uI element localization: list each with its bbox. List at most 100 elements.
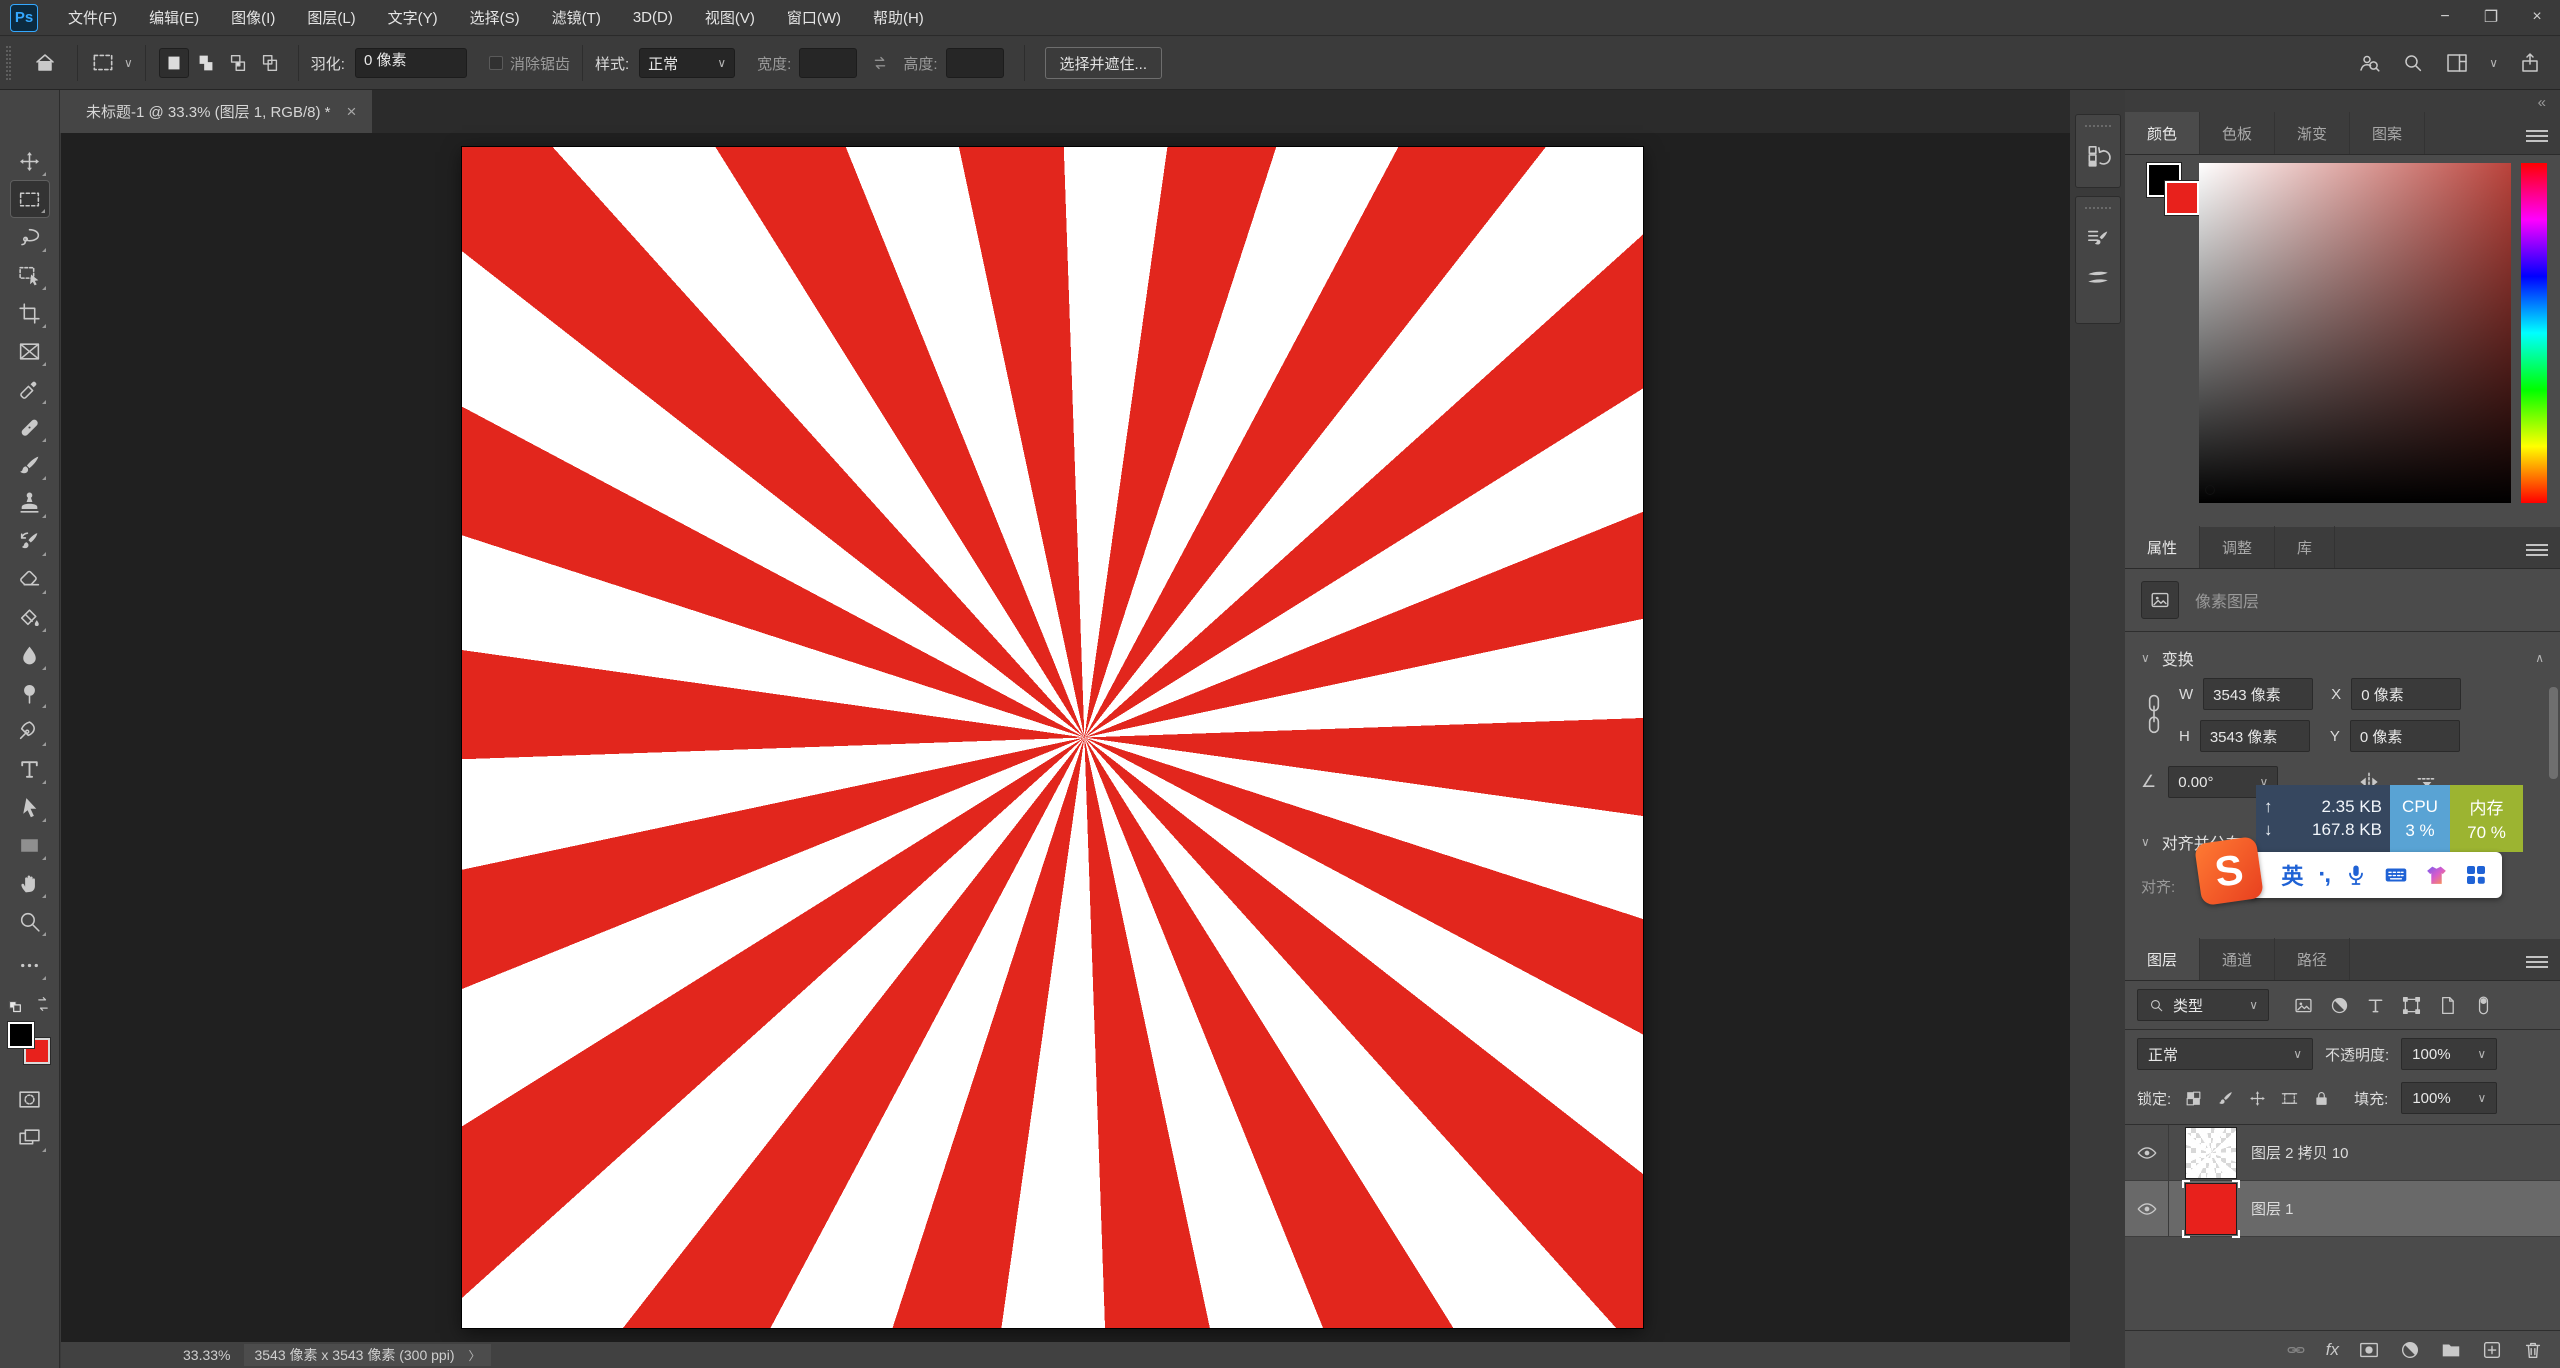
skin-tshirt-icon[interactable] [2424,863,2449,888]
tab-paths[interactable]: 路径 [2275,938,2350,980]
menu-file[interactable]: 文件(F) [52,0,133,36]
tab-gradients[interactable]: 渐变 [2275,112,2350,154]
anti-alias-option[interactable]: 消除锯齿 [489,53,570,74]
tool-object-selection[interactable] [10,256,50,294]
tool-eraser[interactable] [10,560,50,598]
ime-language-toggle[interactable]: 英 [2281,859,2303,891]
canvas-area[interactable] [61,133,2070,1342]
layer-filter-select[interactable]: 类型 ∨ [2137,989,2269,1021]
workspace-icon[interactable] [2445,51,2469,75]
tool-dodge[interactable] [10,674,50,712]
filter-smart-object-icon[interactable] [2437,995,2458,1016]
chevron-down-icon[interactable]: ∨ [2141,835,2150,849]
link-dimensions-icon[interactable] [2141,686,2167,744]
zoom-level[interactable]: 33.33% [183,1347,230,1363]
menu-edit[interactable]: 编辑(E) [133,0,215,36]
tool-rectangular-marquee[interactable] [10,180,50,218]
caret-up-icon[interactable]: ∧ [2535,651,2544,665]
tool-brush[interactable] [10,446,50,484]
canvas-document[interactable] [462,147,1643,1328]
fill-select[interactable]: 100% ∨ [2401,1082,2497,1114]
layer-thumbnail[interactable] [2185,1183,2237,1235]
height-input[interactable] [946,48,1004,78]
select-and-mask-button[interactable]: 选择并遮住... [1045,47,1163,79]
panel-menu-icon[interactable] [2526,541,2548,559]
add-mask-icon[interactable] [2358,1339,2380,1361]
filter-type-icon[interactable] [2365,995,2386,1016]
tool-zoom[interactable] [10,902,50,940]
saturation-brightness-map[interactable] [2199,163,2511,503]
filter-shape-icon[interactable] [2401,995,2422,1016]
brushes-icon[interactable] [2085,265,2111,291]
share-icon[interactable] [2518,51,2542,75]
filter-adjustment-icon[interactable] [2329,995,2350,1016]
swap-dimensions-icon[interactable] [869,52,891,74]
new-adjustment-icon[interactable] [2399,1339,2421,1361]
close-button[interactable]: × [2514,0,2560,33]
tab-swatches[interactable]: 色板 [2200,112,2275,154]
screen-mode-button[interactable] [10,1118,50,1156]
hue-slider[interactable] [2521,163,2547,503]
panel-scrollbar[interactable] [2549,687,2558,779]
tab-libraries[interactable]: 库 [2275,526,2335,568]
close-tab-icon[interactable]: × [346,102,356,122]
tool-move[interactable] [10,142,50,180]
chevron-down-icon[interactable]: ∨ [2489,56,2498,70]
cpu-monitor[interactable]: CPU 3 % [2390,785,2450,852]
intersect-selection-mode[interactable] [255,48,285,78]
tab-adjustments[interactable]: 调整 [2200,526,2275,568]
opacity-select[interactable]: 100% ∨ [2401,1038,2497,1070]
search-icon[interactable] [2401,51,2425,75]
menu-image[interactable]: 图像(I) [215,0,291,36]
tool-blur[interactable] [10,636,50,674]
tool-eyedropper[interactable] [10,370,50,408]
tab-properties[interactable]: 属性 [2125,526,2200,568]
lock-transparency-icon[interactable] [2184,1089,2203,1108]
tool-rectangle-shape[interactable] [10,826,50,864]
keyboard-icon[interactable] [2383,862,2409,888]
chevron-down-icon[interactable]: ∨ [2141,651,2150,665]
tool-clone-stamp[interactable] [10,484,50,522]
new-selection-mode[interactable] [159,48,189,78]
lock-position-icon[interactable] [2248,1089,2267,1108]
home-button[interactable] [25,44,65,82]
layer-effects-icon[interactable]: fx [2326,1340,2339,1360]
layer-row[interactable]: 图层 2 拷贝 10 [2125,1125,2560,1181]
tab-color[interactable]: 颜色 [2125,112,2200,154]
new-layer-icon[interactable] [2481,1339,2503,1361]
tool-path-selection[interactable] [10,788,50,826]
tool-hand[interactable] [10,864,50,902]
menu-type[interactable]: 文字(Y) [372,0,454,36]
minimize-button[interactable]: − [2422,0,2468,33]
y-value-input[interactable]: 0 像素 [2350,720,2460,752]
history-panel-collapsed[interactable] [2075,114,2121,188]
document-tab[interactable]: 未标题-1 @ 33.3% (图层 1, RGB/8) * × [60,90,372,133]
network-monitor[interactable]: ↑2.35 KB ↓167.8 KB [2256,785,2390,852]
x-value-input[interactable]: 0 像素 [2351,678,2461,710]
subtract-selection-mode[interactable] [223,48,253,78]
ime-punctuation-toggle[interactable]: ·, [2318,861,2329,889]
menu-3d[interactable]: 3D(D) [617,0,689,36]
layer-visibility-toggle[interactable] [2125,1125,2169,1180]
tab-layers[interactable]: 图层 [2125,938,2200,980]
menu-select[interactable]: 选择(S) [454,0,536,36]
width-input[interactable] [799,48,857,78]
brush-settings-icon[interactable] [2085,225,2111,251]
document-info[interactable]: 3543 像素 x 3543 像素 (300 ppi) 〉 [244,1344,490,1366]
foreground-color-swatch[interactable] [8,1022,34,1048]
tab-channels[interactable]: 通道 [2200,938,2275,980]
layer-name[interactable]: 图层 1 [2251,1198,2294,1219]
lock-all-icon[interactable] [2312,1089,2331,1108]
link-layers-icon[interactable] [2285,1339,2307,1361]
tab-patterns[interactable]: 图案 [2350,112,2425,154]
panel-menu-icon[interactable] [2526,127,2548,145]
tool-lasso[interactable] [10,218,50,256]
microphone-icon[interactable] [2344,863,2368,887]
layer-name[interactable]: 图层 2 拷贝 10 [2251,1142,2349,1163]
memory-monitor[interactable]: 内存 70 % [2450,785,2523,852]
menu-window[interactable]: 窗口(W) [771,0,857,36]
layer-row-selected[interactable]: 图层 1 [2125,1181,2560,1237]
maximize-button[interactable]: ❐ [2468,0,2514,33]
tool-frame[interactable] [10,332,50,370]
lock-pixels-icon[interactable] [2216,1089,2235,1108]
